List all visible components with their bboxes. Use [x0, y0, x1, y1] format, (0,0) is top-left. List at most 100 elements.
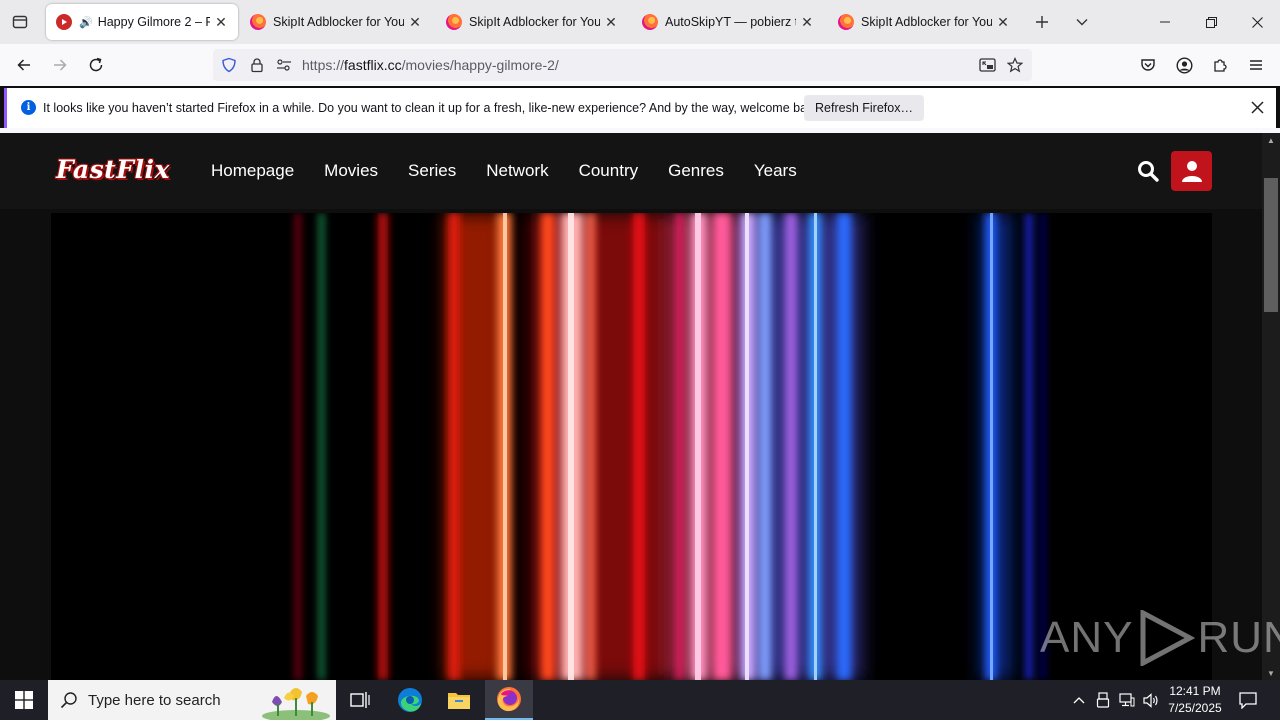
task-view-button[interactable]	[336, 680, 384, 720]
scroll-up-arrow-icon[interactable]: ▲	[1262, 133, 1280, 147]
tracking-protection-shield-icon[interactable]	[221, 57, 237, 73]
start-button[interactable]	[0, 680, 48, 720]
tab-autoskipyt[interactable]: AutoSkipYT — pobierz to ✕	[632, 4, 824, 40]
speaker-icon[interactable]: 🔊	[79, 16, 93, 29]
account-icon	[1175, 56, 1193, 74]
firefox-taskbar-button[interactable]	[485, 680, 533, 720]
file-explorer-taskbar-button[interactable]	[435, 680, 483, 720]
url-text[interactable]: https://fastflix.cc/movies/happy-gilmore…	[302, 57, 559, 73]
plus-icon	[1036, 16, 1048, 28]
minimize-button[interactable]	[1142, 0, 1188, 44]
permissions-icon[interactable]	[276, 57, 292, 73]
scroll-down-arrow-icon[interactable]: ▼	[1262, 666, 1280, 680]
firefox-view-icon	[12, 15, 28, 29]
site-logo[interactable]: FastFlix	[56, 155, 170, 184]
close-tab-icon[interactable]: ✕	[408, 14, 422, 31]
forward-arrow-icon	[54, 59, 67, 71]
edge-browser-icon	[398, 688, 422, 712]
chevron-down-icon	[1076, 19, 1088, 26]
restore-icon	[1205, 16, 1217, 28]
url-bar[interactable]: https://fastflix.cc/movies/happy-gilmore…	[213, 49, 1032, 81]
menu-years[interactable]: Years	[739, 161, 812, 181]
minimize-icon	[1160, 21, 1170, 23]
navigation-toolbar: https://fastflix.cc/movies/happy-gilmore…	[0, 44, 1280, 86]
tab-title: AutoSkipYT — pobierz to	[665, 15, 796, 29]
forward-button[interactable]	[44, 49, 76, 81]
firefox-favicon-icon	[250, 14, 266, 30]
taskbar-search-box[interactable]: Type here to search	[48, 680, 336, 720]
volume-tray-button[interactable]	[1140, 680, 1162, 720]
close-tab-icon[interactable]: ✕	[800, 14, 814, 31]
windows-taskbar: Type here to search 12:41 PM 7/25/2025	[0, 680, 1280, 720]
list-all-tabs-button[interactable]	[1062, 0, 1102, 44]
close-icon	[1251, 16, 1263, 28]
menu-country[interactable]: Country	[564, 161, 654, 181]
reload-button[interactable]	[80, 49, 112, 81]
firefox-icon	[497, 687, 521, 712]
device-tray-button[interactable]	[1092, 680, 1114, 720]
network-icon	[1119, 693, 1135, 707]
close-tab-icon[interactable]: ✕	[214, 14, 228, 31]
info-icon: i	[21, 100, 36, 115]
new-tab-button[interactable]	[1022, 0, 1062, 44]
tab-skipit-3[interactable]: SkipIt Adblocker for Youtube ✕	[828, 4, 1020, 40]
notifications-speech-bubble-icon	[1239, 691, 1257, 709]
refresh-firefox-button[interactable]: Refresh Firefox…	[804, 95, 924, 121]
clock-time: 12:41 PM	[1169, 684, 1221, 698]
app-menu-button[interactable]	[1240, 49, 1272, 81]
account-button[interactable]	[1168, 49, 1200, 81]
anyrun-watermark: ANY RUN	[1040, 610, 1280, 666]
search-icon[interactable]	[1136, 159, 1160, 183]
menu-series[interactable]: Series	[393, 161, 471, 181]
notification-center-button[interactable]	[1234, 680, 1262, 720]
scrollbar-thumb[interactable]	[1264, 178, 1278, 312]
url-prefix: https://	[302, 57, 345, 73]
extensions-button[interactable]	[1204, 49, 1236, 81]
user-icon	[1181, 161, 1202, 182]
lock-icon[interactable]	[249, 57, 265, 73]
close-tab-icon[interactable]: ✕	[604, 14, 618, 31]
search-placeholder: Type here to search	[88, 692, 221, 709]
show-hidden-icons-button[interactable]	[1068, 680, 1090, 720]
clock-date: 7/25/2025	[1168, 701, 1222, 715]
tab-happy-gilmore[interactable]: 🔊 Happy Gilmore 2 – FastFlix ✕	[46, 4, 238, 40]
main-menu: Homepage Movies Series Network Country G…	[196, 161, 812, 181]
video-frame-light-streaks	[51, 213, 1212, 680]
back-arrow-icon	[17, 59, 30, 71]
firefox-view-button[interactable]	[0, 0, 40, 44]
close-window-button[interactable]	[1234, 0, 1280, 44]
puzzle-piece-icon	[1214, 59, 1227, 72]
bookmark-star-icon[interactable]	[1007, 57, 1023, 73]
tab-title: SkipIt Adblocker for Youtube	[273, 15, 404, 29]
menu-homepage[interactable]: Homepage	[196, 161, 309, 181]
network-tray-button[interactable]	[1116, 680, 1138, 720]
close-notification-icon[interactable]	[1251, 98, 1264, 119]
firefox-favicon-icon	[838, 14, 854, 30]
pocket-button[interactable]	[1132, 49, 1164, 81]
tab-title: Happy Gilmore 2 – FastFlix	[97, 15, 210, 29]
web-page: FastFlix Homepage Movies Series Network …	[0, 133, 1262, 680]
picture-in-picture-icon[interactable]	[979, 57, 996, 73]
tab-skipit-1[interactable]: SkipIt Adblocker for Youtube ✕	[240, 4, 432, 40]
page-scrollbar[interactable]: ▲ ▼	[1262, 133, 1280, 680]
tab-title: SkipIt Adblocker for Youtube	[469, 15, 600, 29]
edge-taskbar-button[interactable]	[386, 680, 434, 720]
video-player[interactable]	[51, 213, 1212, 680]
play-triangle-logo-icon	[1140, 610, 1196, 666]
menu-network[interactable]: Network	[471, 161, 563, 181]
user-account-button[interactable]	[1171, 151, 1212, 191]
watermark-left: ANY	[1040, 613, 1134, 662]
tab-strip: 🔊 Happy Gilmore 2 – FastFlix ✕ SkipIt Ad…	[0, 0, 1280, 44]
tab-skipit-2[interactable]: SkipIt Adblocker for Youtube ✕	[436, 4, 628, 40]
menu-genres[interactable]: Genres	[653, 161, 739, 181]
pocket-icon	[1141, 59, 1155, 71]
watermark-right: RUN	[1197, 613, 1280, 662]
site-header: FastFlix Homepage Movies Series Network …	[0, 133, 1262, 209]
url-path: /movies/happy-gilmore-2/	[401, 57, 559, 73]
restore-button[interactable]	[1188, 0, 1234, 44]
back-button[interactable]	[8, 49, 40, 81]
menu-movies[interactable]: Movies	[309, 161, 393, 181]
taskbar-clock[interactable]: 12:41 PM 7/25/2025	[1162, 683, 1228, 717]
close-tab-icon[interactable]: ✕	[996, 14, 1010, 31]
firefox-favicon-icon	[642, 14, 658, 30]
